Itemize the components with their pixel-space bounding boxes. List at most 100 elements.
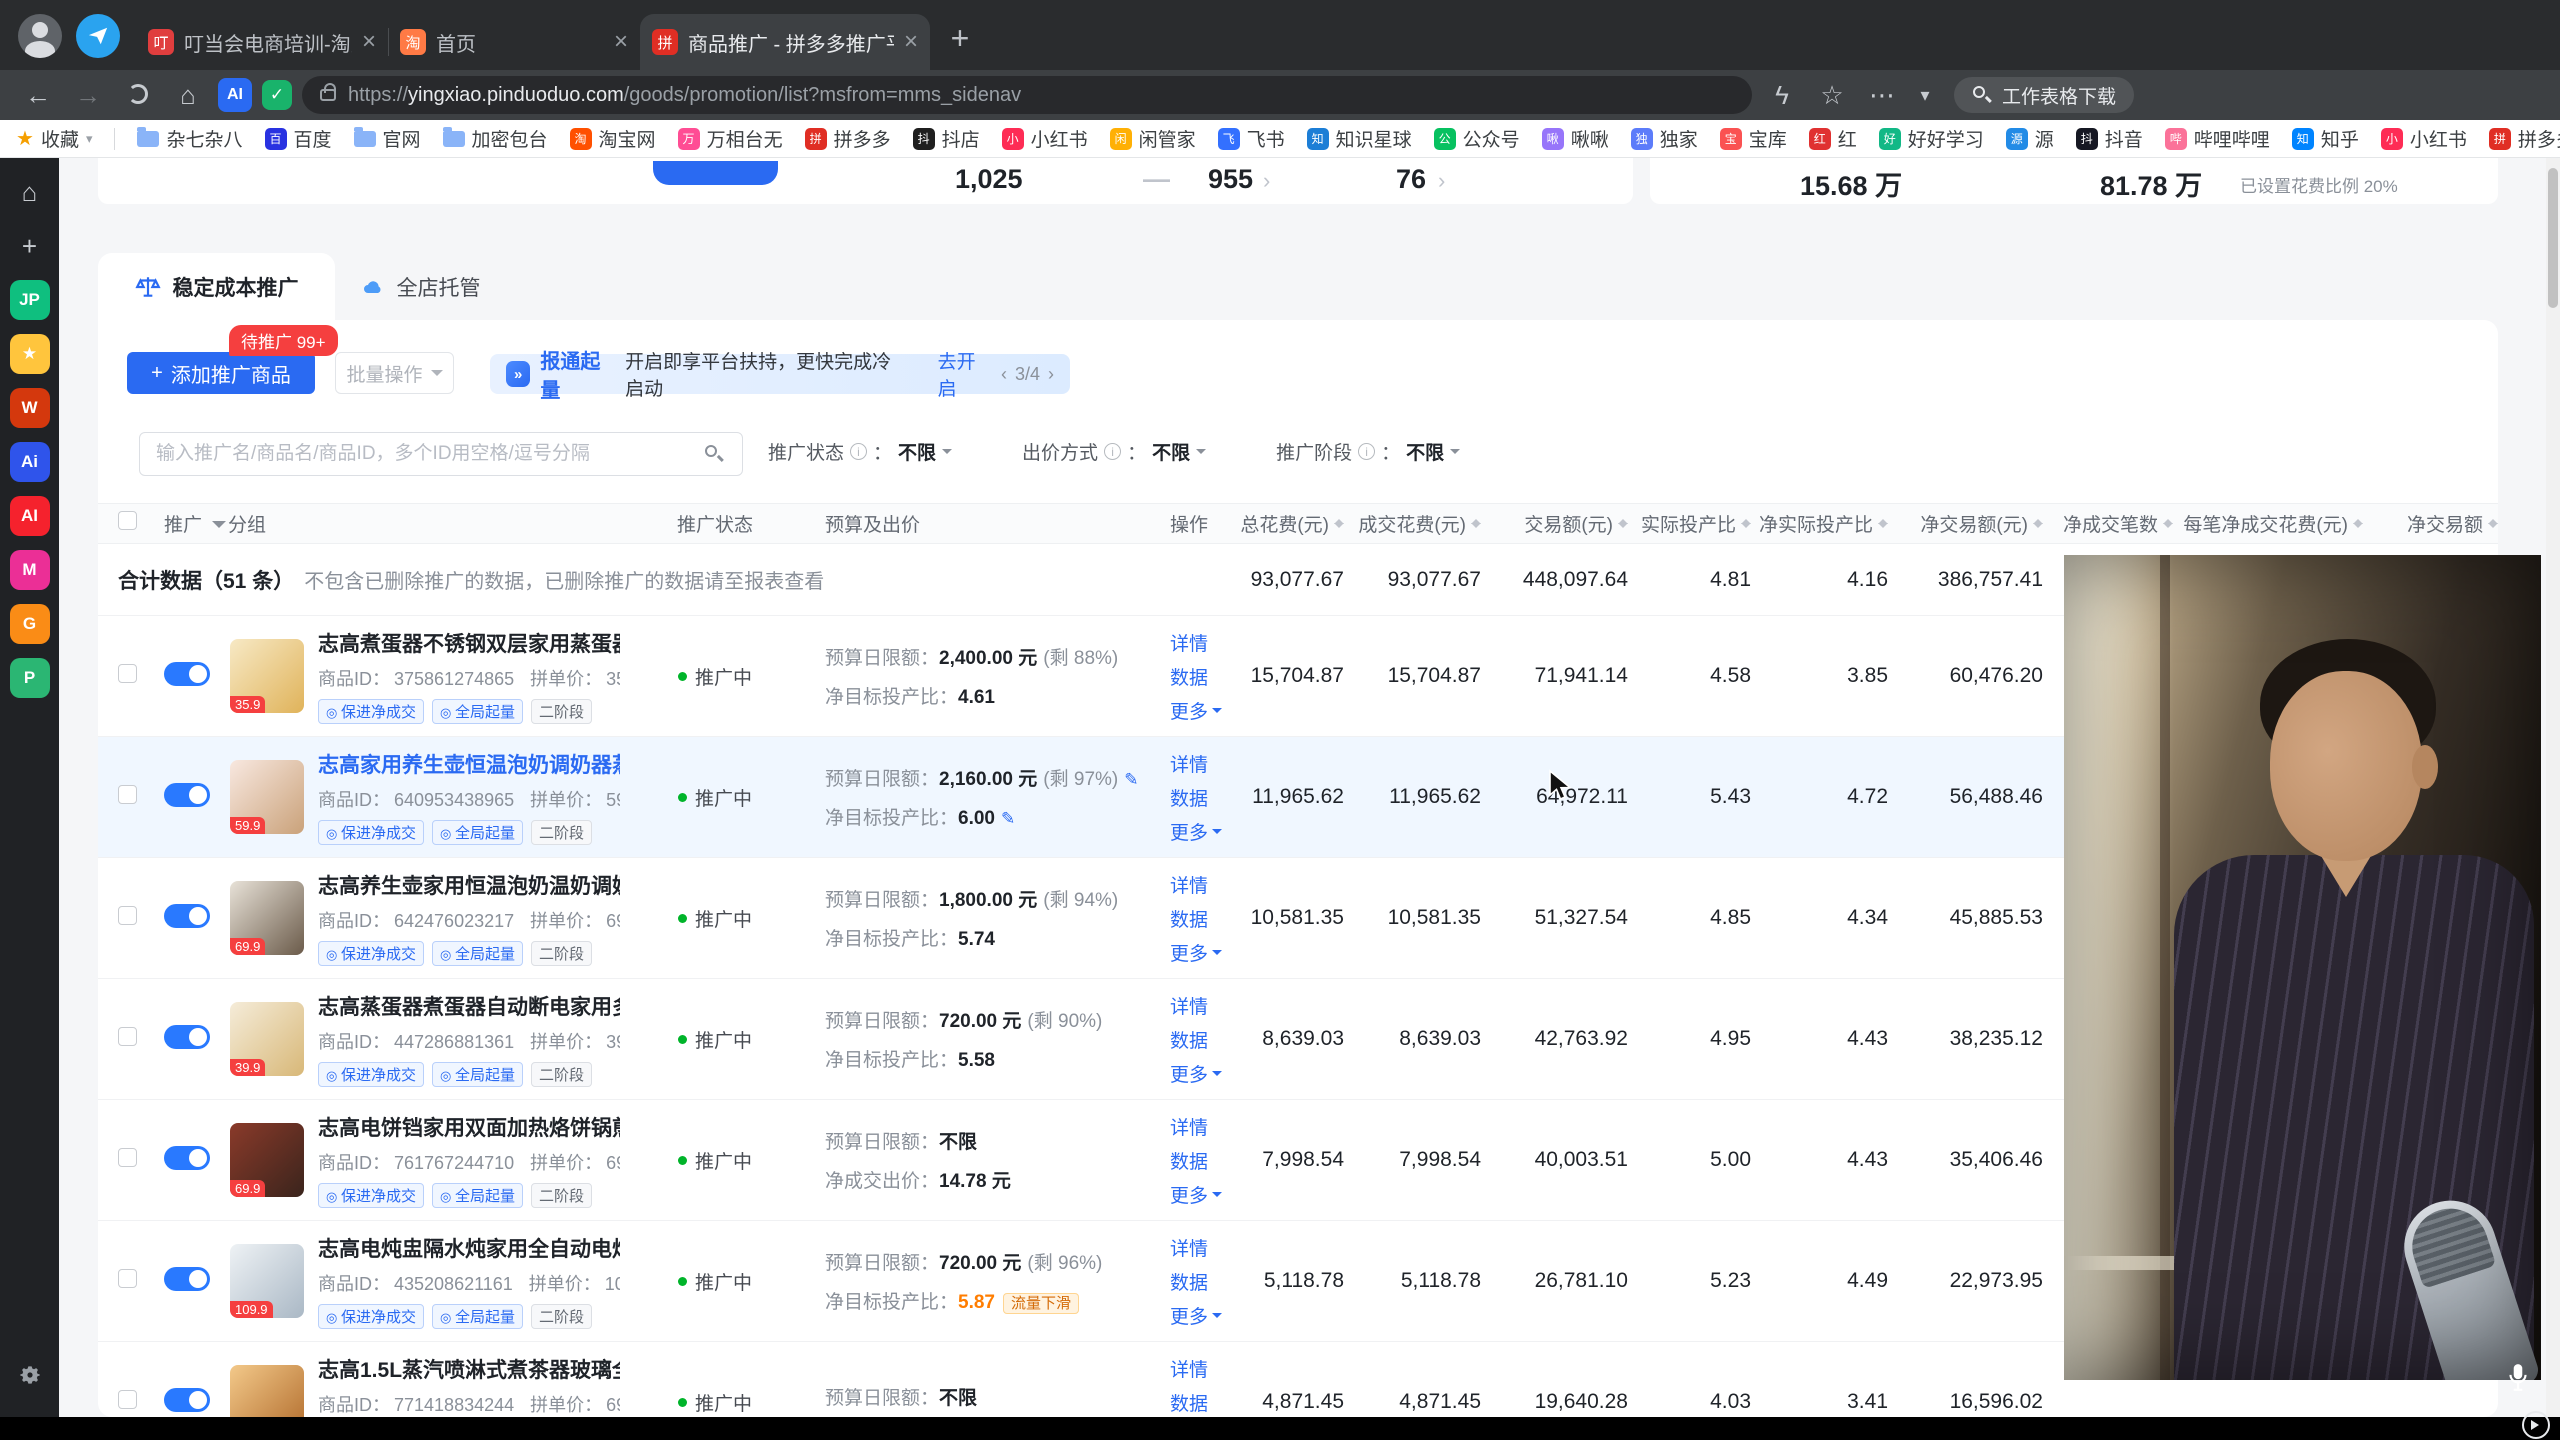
bookmark-item[interactable]: 知知识星球	[1307, 125, 1412, 152]
row-checkbox[interactable]	[118, 1027, 137, 1046]
op-link-more[interactable]: 更多	[1170, 697, 1234, 724]
op-link-data[interactable]: 数据	[1170, 784, 1234, 811]
header-group[interactable]: 分组	[228, 510, 266, 537]
header-metric[interactable]: 每笔净成交花费(元)	[2173, 510, 2363, 537]
op-link-more[interactable]: 更多	[1170, 1181, 1234, 1208]
bookmark-item[interactable]: 万万相台无	[678, 125, 783, 152]
header-metric[interactable]: 净交易额(元)	[1888, 510, 2043, 537]
edit-roi-icon[interactable]: ✎	[1001, 809, 1015, 828]
chevron-right-icon[interactable]: ›	[1438, 168, 1445, 194]
bookmark-item[interactable]: 宝宝库	[1720, 125, 1787, 152]
op-link-data[interactable]: 数据	[1170, 1268, 1234, 1295]
adblock-extension-icon[interactable]: ✓	[262, 80, 292, 110]
app-blue-ai[interactable]: Ai	[10, 442, 50, 482]
app-pink[interactable]: M	[10, 550, 50, 590]
op-link-detail[interactable]: 详情	[1170, 1355, 1234, 1382]
edit-budget-icon[interactable]: ✎	[1124, 770, 1138, 789]
app-star[interactable]: ★	[10, 334, 50, 374]
boost-open-link[interactable]: 去开启	[938, 347, 991, 401]
batch-operation-button[interactable]: 批量操作	[335, 352, 454, 394]
tab-stable-cost[interactable]: 稳定成本推广	[98, 253, 335, 320]
promotion-toggle[interactable]	[164, 904, 210, 928]
bookmark-item[interactable]: 百百度	[265, 125, 332, 152]
bookmark-item[interactable]: 拼拼多多	[2489, 125, 2560, 152]
refresh-icon[interactable]	[118, 80, 158, 111]
promotion-toggle[interactable]	[164, 1025, 210, 1049]
product-title[interactable]: 志高1.5L蒸汽喷淋式煮茶器玻璃全自动保温电热...	[318, 1354, 620, 1384]
filter-dropdown[interactable]: 推广状态i：不限	[768, 438, 952, 465]
home-icon[interactable]: ⌂	[168, 80, 208, 111]
home-icon[interactable]: ⌂	[10, 172, 50, 212]
lightning-icon[interactable]: ϟ	[1762, 80, 1802, 111]
row-checkbox[interactable]	[118, 1269, 137, 1288]
sort-icon[interactable]	[1741, 514, 1751, 533]
product-title[interactable]: 志高电炖盅隔水炖家用全自动电炖锅小型陶瓷...	[318, 1233, 620, 1263]
bookmark-item[interactable]: 源源	[2006, 125, 2054, 152]
op-link-detail[interactable]: 详情	[1170, 1234, 1234, 1261]
row-checkbox[interactable]	[118, 664, 137, 683]
browser-tab[interactable]: 叮叮当会电商培训-淘宝天猫拼多×	[136, 14, 388, 70]
op-link-more[interactable]: 更多	[1170, 1302, 1234, 1329]
bookmark-item[interactable]: 知知乎	[2292, 125, 2359, 152]
bookmark-item[interactable]: 啾啾啾	[1542, 125, 1609, 152]
pinned-tab[interactable]	[76, 14, 120, 58]
row-checkbox[interactable]	[118, 1390, 137, 1409]
tab-close-icon[interactable]: ×	[904, 28, 918, 56]
sort-icon[interactable]	[2163, 514, 2173, 533]
op-link-more[interactable]: 更多	[1170, 818, 1234, 845]
sort-icon[interactable]	[2353, 514, 2363, 533]
ai-extension-icon[interactable]: AI	[218, 78, 252, 112]
header-metric[interactable]: 实际投产比	[1628, 510, 1751, 537]
header-metric[interactable]: 总花费(元)	[1234, 510, 1344, 537]
product-title[interactable]: 志高煮蛋器不锈钢双层家用蒸蛋器自动断电蒸...	[318, 628, 620, 658]
bookmark-item[interactable]: 拼拼多多	[805, 125, 891, 152]
bookmark-item[interactable]: 公公众号	[1434, 125, 1520, 152]
bookmark-item[interactable]: 抖抖音	[2076, 125, 2143, 152]
header-metric[interactable]: 成交花费(元)	[1344, 510, 1481, 537]
scrollbar-thumb[interactable]	[2548, 168, 2558, 308]
sort-icon[interactable]	[2033, 514, 2043, 533]
replay-icon[interactable]	[2522, 1411, 2550, 1439]
promotion-toggle[interactable]	[164, 1388, 210, 1412]
tab-close-icon[interactable]: ×	[362, 28, 376, 56]
op-link-data[interactable]: 数据	[1170, 1389, 1234, 1416]
bookmark-item[interactable]: 官网	[354, 125, 421, 152]
profile-avatar[interactable]	[18, 14, 62, 58]
toolbar-search[interactable]: 工作表格下载	[1954, 77, 2134, 113]
header-metric[interactable]: 净实际投产比	[1751, 510, 1888, 537]
bookmark-item[interactable]: 淘淘宝网	[570, 125, 656, 152]
op-link-detail[interactable]: 详情	[1170, 750, 1234, 777]
sort-icon[interactable]	[2488, 514, 2498, 533]
op-link-detail[interactable]: 详情	[1170, 992, 1234, 1019]
row-checkbox[interactable]	[118, 785, 137, 804]
bookmark-item[interactable]: 哔哔哩哔哩	[2165, 125, 2270, 152]
product-title[interactable]: 志高电饼铛家用双面加热烙饼锅煎饼烤肉加深...	[318, 1112, 620, 1142]
app-green[interactable]: JP	[10, 280, 50, 320]
pager-next-icon[interactable]: ›	[1048, 364, 1054, 385]
add-icon[interactable]: +	[10, 226, 50, 266]
app-red-ai[interactable]: AI	[10, 496, 50, 536]
chevron-right-icon[interactable]: ›	[1263, 168, 1270, 194]
op-link-detail[interactable]: 详情	[1170, 871, 1234, 898]
filter-dropdown[interactable]: 出价方式i：不限	[1022, 438, 1206, 465]
product-title[interactable]: 志高蒸蛋器煮蛋器自动断电家用多功能鸡蛋定...	[318, 991, 620, 1021]
op-link-data[interactable]: 数据	[1170, 905, 1234, 932]
sort-icon[interactable]	[1334, 514, 1344, 533]
forward-icon[interactable]: →	[68, 80, 108, 111]
promotion-search-input[interactable]	[139, 432, 743, 476]
sort-icon[interactable]	[1878, 514, 1888, 533]
op-link-data[interactable]: 数据	[1170, 663, 1234, 690]
app-red[interactable]: W	[10, 388, 50, 428]
search-icon[interactable]	[704, 444, 724, 464]
browser-tab[interactable]: 拼商品推广 - 拼多多推广平台×	[640, 14, 930, 70]
settings-gear-icon[interactable]	[10, 1355, 50, 1395]
header-metric[interactable]: 净交易额	[2363, 510, 2498, 537]
bookmark-item[interactable]: 飞飞书	[1218, 125, 1285, 152]
filter-funnel-icon[interactable]	[212, 521, 226, 535]
add-promotion-button[interactable]: +添加推广商品	[127, 352, 315, 394]
scrollbar[interactable]	[2546, 158, 2560, 1417]
row-checkbox[interactable]	[118, 906, 137, 925]
bookmark-item[interactable]: ★收藏▾	[16, 125, 92, 152]
sort-icon[interactable]	[1618, 514, 1628, 533]
more-menu-icon[interactable]: ⋯	[1862, 80, 1902, 111]
